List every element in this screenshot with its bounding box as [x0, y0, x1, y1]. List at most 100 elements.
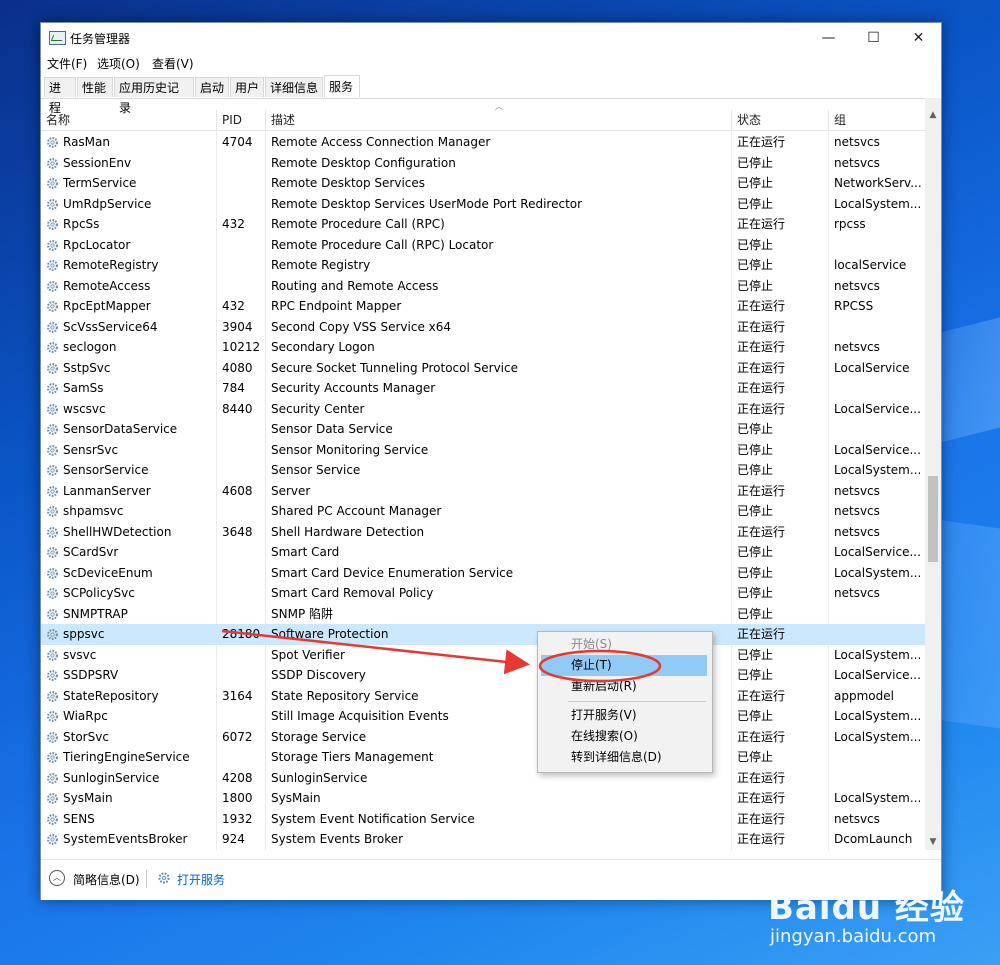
table-row[interactable]: StateRepository 3164 State Repository Serv…: [41, 686, 925, 707]
table-row[interactable]: SCPolicySvc Smart Card Removal Policy 已停止 n…: [41, 583, 925, 604]
service-pid: 432: [222, 217, 245, 231]
service-name: SNMPTRAP: [41, 604, 216, 625]
table-row[interactable]: RemoteRegistry Remote Registry 已停止 localSer…: [41, 255, 925, 276]
table-row[interactable]: WiaRpc Still Image Acquisition Events 已停止 L…: [41, 706, 925, 727]
table-row[interactable]: ScDeviceEnum Smart Card Device Enumeratio…: [41, 563, 925, 584]
tab-processes[interactable]: 进程: [44, 77, 76, 115]
table-row[interactable]: RpcLocator Remote Procedure Call (RPC) Lo…: [41, 235, 925, 256]
tab-app-history[interactable]: 应用历史记录: [114, 77, 194, 115]
vertical-scrollbar[interactable]: ▲ ▼: [925, 98, 941, 850]
tab-users[interactable]: 用户: [230, 77, 264, 97]
open-services-link[interactable]: 打开服务: [177, 871, 225, 888]
table-row[interactable]: SstpSvc 4080 Secure Socket Tunneling Proto…: [41, 358, 925, 379]
service-status: 已停止: [737, 647, 774, 662]
menu-item-go-to-details[interactable]: 转到详细信息(D): [541, 747, 707, 768]
table-row[interactable]: SNMPTRAP SNMP 陷阱 已停止: [41, 604, 925, 625]
tab-details[interactable]: 详细信息: [265, 77, 323, 97]
table-row[interactable]: SENS 1932 System Event Notification Servic…: [41, 809, 925, 830]
column-header-status[interactable]: 状态: [732, 110, 829, 130]
minimize-button[interactable]: —: [806, 23, 851, 53]
service-name: RpcSs: [41, 214, 216, 235]
table-row[interactable]: UmRdpService Remote Desktop Services User…: [41, 194, 925, 215]
less-details-button[interactable]: 简略信息(D): [73, 871, 140, 888]
service-group: netsvcs: [834, 278, 880, 293]
table-row[interactable]: RasMan 4704 Remote Access Connection Manag…: [41, 132, 925, 153]
column-header-name[interactable]: 名称: [41, 110, 217, 130]
table-row[interactable]: LanmanServer 4608 Server 正在运行 netsvcs: [41, 481, 925, 502]
table-row[interactable]: RpcSs 432 Remote Procedure Call (RPC) 正在运行 r…: [41, 214, 925, 235]
table-row[interactable]: SensorDataService Sensor Data Service 已停止: [41, 419, 925, 440]
table-row[interactable]: sppsvc 28180 Software Protection 正在运行: [41, 624, 925, 645]
menu-item-restart[interactable]: 重新启动(R): [541, 676, 707, 697]
tab-performance[interactable]: 性能: [77, 77, 113, 97]
service-status: 已停止: [737, 258, 774, 272]
table-row[interactable]: ShellHWDetection 3648 Shell Hardware Detec…: [41, 522, 925, 543]
menu-item-stop[interactable]: 停止(T): [541, 655, 707, 676]
scroll-down-icon[interactable]: ▼: [925, 834, 941, 850]
table-row[interactable]: svsvc Spot Verifier 已停止 LocalSystem...: [41, 645, 925, 666]
table-row[interactable]: TieringEngineService Storage Tiers Manage…: [41, 747, 925, 768]
service-gear-icon: [47, 731, 58, 743]
table-row[interactable]: seclogon 10212 Secondary Logon 正在运行 netsvcs: [41, 337, 925, 358]
service-gear-icon: [47, 321, 58, 333]
menu-options[interactable]: 选项(O): [97, 55, 140, 72]
baidu-watermark: Baidu 经验 jingyan.baidu.com: [768, 880, 988, 960]
service-group: appmodel: [834, 688, 894, 703]
menu-file[interactable]: 文件(F): [47, 55, 87, 72]
table-row[interactable]: RemoteAccess Routing and Remote Access 已停止…: [41, 276, 925, 297]
table-row[interactable]: SensrSvc Sensor Monitoring Service 已停止 Loca…: [41, 440, 925, 461]
service-group: netsvcs: [834, 504, 880, 518]
service-name: SstpSvc: [41, 358, 216, 379]
service-pid: [217, 501, 265, 522]
menu-item-search-online[interactable]: 在线搜索(O): [541, 726, 707, 747]
service-gear-icon: [47, 465, 58, 476]
table-row[interactable]: SessionEnv Remote Desktop Configuration 已停…: [41, 153, 925, 174]
table-row[interactable]: SCardSvr Smart Card 已停止 LocalService...: [41, 542, 925, 563]
service-name: ScVssService64: [41, 317, 216, 338]
table-row[interactable]: wscsvc 8440 Security Center 正在运行 LocalServic…: [41, 399, 925, 420]
table-row[interactable]: SensorService Sensor Service 已停止 LocalSyste…: [41, 460, 925, 481]
table-row[interactable]: TermService Remote Desktop Services 已停止 Net…: [41, 173, 925, 194]
service-group: netsvcs: [834, 155, 880, 170]
menu-item-open-services[interactable]: 打开服务(V): [541, 705, 707, 726]
scroll-thumb[interactable]: [928, 476, 938, 562]
chevron-up-icon[interactable]: ︿: [49, 870, 65, 886]
close-button[interactable]: ✕: [896, 23, 941, 53]
service-status: 正在运行: [737, 299, 786, 313]
service-pid: 1800: [222, 791, 253, 805]
table-row[interactable]: SunloginService 4208 SunloginService 正在运行: [41, 768, 925, 789]
title-bar[interactable]: 任务管理器 — ☐ ✕: [41, 23, 941, 53]
service-name: SensorDataService: [41, 419, 216, 440]
menu-view[interactable]: 查看(V): [152, 55, 194, 72]
tab-startup[interactable]: 启动: [195, 77, 229, 97]
service-group: LocalService...: [834, 545, 921, 559]
table-row[interactable]: shpamsvc Shared PC Account Manager 已停止 nets…: [41, 501, 925, 522]
maximize-button[interactable]: ☐: [851, 23, 896, 53]
service-description: Sensor Service: [271, 463, 361, 477]
table-row[interactable]: SSDPSRV SSDP Discovery 已停止 LocalService...: [41, 665, 925, 686]
service-status: 已停止: [737, 196, 774, 211]
menu-item-start[interactable]: 开始(S): [541, 634, 707, 655]
table-row[interactable]: RpcEptMapper 432 RPC Endpoint Mapper 正在运行 RP…: [41, 296, 925, 317]
table-row[interactable]: StorSvc 6072 Storage Service 正在运行 LocalSyste…: [41, 727, 925, 748]
service-status: 正在运行: [737, 401, 786, 416]
table-row[interactable]: SystemEventsBroker 924 System Events Broke…: [41, 829, 925, 850]
column-header-description[interactable]: 描述: [266, 110, 732, 130]
service-gear-icon: [47, 137, 58, 148]
table-row[interactable]: ScVssService64 3904 Second Copy VSS Servic…: [41, 317, 925, 338]
tab-services[interactable]: 服务: [324, 75, 360, 97]
service-description: Routing and Remote Access: [271, 278, 439, 293]
table-row[interactable]: SamSs 784 Security Accounts Manager 正在运行: [41, 378, 925, 399]
service-gear-icon: [47, 793, 58, 804]
service-name: wscsvc: [41, 399, 216, 420]
service-gear-icon: [47, 362, 58, 374]
table-row[interactable]: SysMain 1800 SysMain 正在运行 LocalSystem...: [41, 788, 925, 809]
service-description: Second Copy VSS Service x64: [271, 319, 452, 334]
service-status: 已停止: [737, 463, 774, 477]
column-header-pid[interactable]: PID: [217, 110, 266, 130]
column-header-group[interactable]: 组: [829, 110, 925, 130]
service-gear-icon: [47, 690, 58, 702]
scroll-up-icon[interactable]: ▲: [925, 107, 941, 123]
gear-icon: [158, 872, 170, 884]
service-description: Secondary Logon: [271, 340, 375, 354]
